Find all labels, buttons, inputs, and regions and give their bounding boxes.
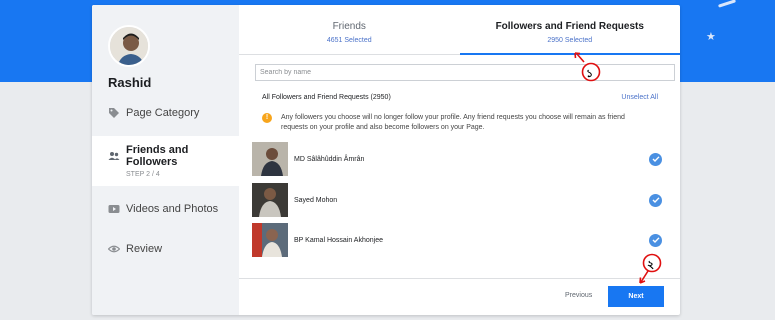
checkmark-icon[interactable] <box>649 233 662 247</box>
person-name: BP Kamal Hossain Akhonjee <box>294 236 383 244</box>
tag-icon <box>108 107 120 119</box>
unselect-all-link[interactable]: Unselect All <box>621 94 658 101</box>
tab-selected-count: 2950 Selected <box>547 37 593 44</box>
sidebar-item-review[interactable]: Review <box>92 239 239 259</box>
tab-bar: Friends 4651 Selected Followers and Frie… <box>239 5 680 55</box>
annotation-label: ১ <box>586 67 594 80</box>
sidebar: Rashid Page Category Friends and Followe… <box>92 5 239 315</box>
annotation-label: ২ <box>647 258 655 271</box>
list-item[interactable]: BP Kamal Hossain Akhonjee <box>252 223 662 257</box>
eye-icon <box>107 243 121 255</box>
avatar <box>108 25 150 67</box>
people-icon <box>108 150 120 162</box>
profile-name: Rashid <box>108 75 152 90</box>
list-title: All Followers and Friend Requests (2950) <box>262 94 391 101</box>
list-header: All Followers and Friend Requests (2950)… <box>262 94 658 101</box>
star-icon: ★ <box>706 30 716 43</box>
checkmark-icon[interactable] <box>649 152 662 166</box>
profile-photo <box>252 183 288 217</box>
sidebar-item-friends-and-followers[interactable]: Friends and Followers STEP 2 / 4 <box>92 136 239 186</box>
tab-label: Followers and Friend Requests <box>495 21 644 32</box>
warning-icon: ! <box>262 113 272 123</box>
step-indicator: STEP 2 / 4 <box>126 171 160 178</box>
tab-label: Friends <box>332 21 366 32</box>
sidebar-item-page-category[interactable]: Page Category <box>92 103 239 123</box>
person-name: Sayed Mohon <box>294 196 338 204</box>
checkmark-icon[interactable] <box>649 193 662 207</box>
tab-followers-and-friend-requests[interactable]: Followers and Friend Requests 2950 Selec… <box>459 5 681 55</box>
previous-button[interactable]: Previous <box>565 292 592 299</box>
person-name: MD Sâlâhûddin Âmrân <box>294 155 365 163</box>
profile-photo <box>252 223 288 257</box>
sidebar-item-label: Page Category <box>126 107 200 119</box>
sidebar-item-label: Videos and Photos <box>126 203 219 215</box>
next-button[interactable]: Next <box>608 286 664 307</box>
tab-friends[interactable]: Friends 4651 Selected <box>239 5 460 54</box>
profile-photo <box>252 142 288 176</box>
video-icon <box>108 203 120 215</box>
sidebar-item-label: Review <box>126 243 163 255</box>
sidebar-item-label: Friends and Followers <box>126 144 189 168</box>
notice-text: Any followers you choose will no longer … <box>281 114 625 131</box>
list-item[interactable]: MD Sâlâhûddin Âmrân <box>252 142 662 176</box>
sidebar-item-videos-and-photos[interactable]: Videos and Photos <box>92 199 239 219</box>
warning-notice: ! Any followers you choose will no longe… <box>262 113 647 133</box>
tab-selected-count: 4651 Selected <box>326 37 372 44</box>
search-input[interactable] <box>255 64 675 81</box>
list-item[interactable]: Sayed Mohon <box>252 183 662 217</box>
